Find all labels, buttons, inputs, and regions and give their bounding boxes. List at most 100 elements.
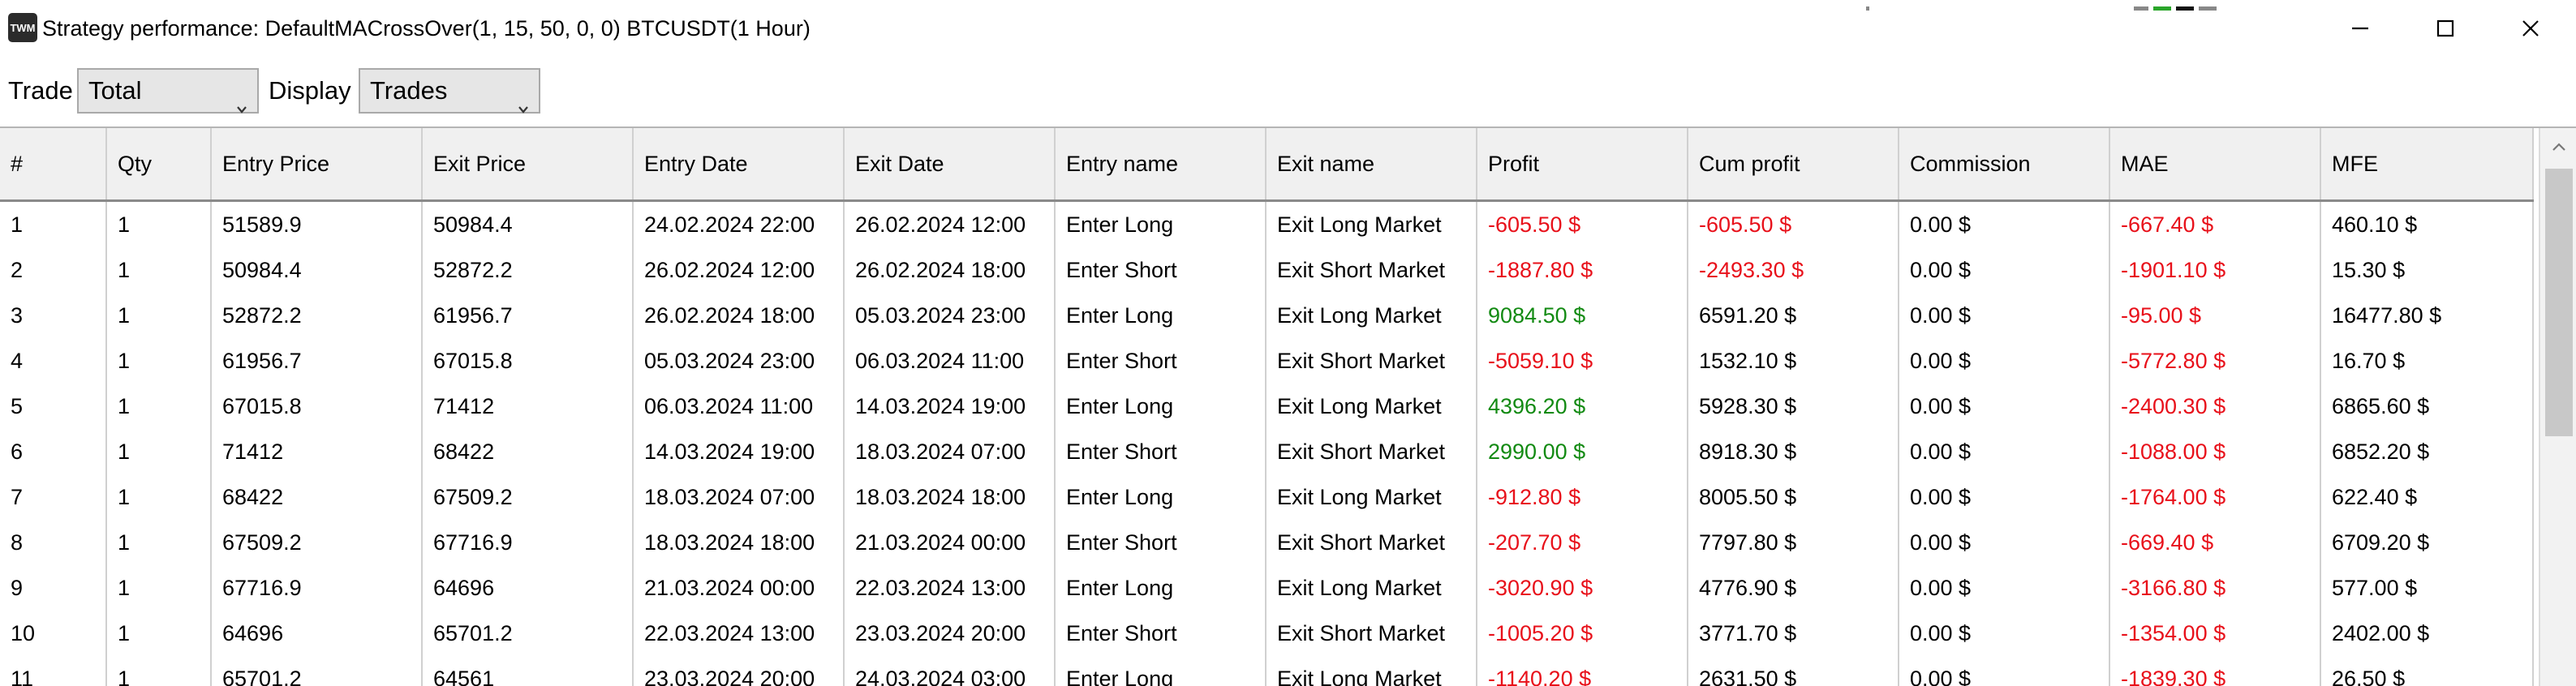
column-header-mae[interactable]: MAE: [2109, 128, 2321, 202]
cell-number: 10: [0, 611, 107, 656]
scrollbar-thumb[interactable]: [2545, 169, 2573, 436]
cell-qty: 1: [106, 338, 212, 384]
cell-profit: -1140.20 $: [1477, 656, 1688, 686]
cell-qty: 1: [106, 384, 212, 429]
cell-qty: 1: [106, 611, 212, 656]
cell-entry-price: 52872.2: [211, 293, 423, 338]
table-row[interactable]: 10 1 64696 65701.2 22.03.2024 13:00 23.03.202…: [0, 611, 2534, 656]
cell-entry-name: Enter Short: [1055, 247, 1266, 293]
cell-cum-profit: -605.50 $: [1688, 200, 1899, 247]
cell-cum-profit: 4776.90 $: [1688, 565, 1899, 611]
table-row[interactable]: 1 1 51589.9 50984.4 24.02.2024 22:00 26.02.20…: [0, 200, 2534, 247]
cell-cum-profit: 8918.30 $: [1688, 429, 1899, 474]
cell-entry-name: Enter Long: [1055, 200, 1266, 247]
cell-mae: -5772.80 $: [2109, 338, 2321, 384]
cell-exit-date: 05.03.2024 23:00: [844, 293, 1056, 338]
cell-exit-date: 18.03.2024 18:00: [844, 474, 1056, 520]
cell-number: 7: [0, 474, 107, 520]
cell-entry-date: 05.03.2024 23:00: [633, 338, 845, 384]
display-select[interactable]: Trades: [359, 68, 540, 114]
cell-exit-price: 65701.2: [422, 611, 634, 656]
cell-entry-date: 23.03.2024 20:00: [633, 656, 845, 686]
column-header-entry-date[interactable]: Entry Date: [633, 128, 845, 202]
cell-exit-name: Exit Long Market: [1266, 200, 1477, 247]
cell-entry-price: 50984.4: [211, 247, 423, 293]
cell-entry-name: Enter Long: [1055, 474, 1266, 520]
cell-exit-price: 52872.2: [422, 247, 634, 293]
cell-entry-date: 22.03.2024 13:00: [633, 611, 845, 656]
cell-entry-name: Enter Long: [1055, 384, 1266, 429]
cell-number: 8: [0, 520, 107, 565]
column-header-exit-date[interactable]: Exit Date: [844, 128, 1056, 202]
cell-entry-date: 18.03.2024 18:00: [633, 520, 845, 565]
column-header-number[interactable]: #: [0, 128, 107, 202]
minimize-icon: [2352, 27, 2368, 30]
cell-exit-name: Exit Long Market: [1266, 565, 1477, 611]
table-row[interactable]: 11 1 65701.2 64561 23.03.2024 20:00 24.03.202…: [0, 656, 2534, 686]
cell-mfe: 6865.60 $: [2320, 384, 2534, 429]
cell-cum-profit: 8005.50 $: [1688, 474, 1899, 520]
table-header-row: # Qty Entry Price Exit Price Entry Date …: [0, 128, 2534, 202]
table-row[interactable]: 6 1 71412 68422 14.03.2024 19:00 18.03.2024 0…: [0, 429, 2534, 474]
cell-exit-price: 64561: [422, 656, 634, 686]
cell-entry-name: Enter Long: [1055, 656, 1266, 686]
column-header-commission[interactable]: Commission: [1899, 128, 2110, 202]
table-row[interactable]: 8 1 67509.2 67716.9 18.03.2024 18:00 21.03.20…: [0, 520, 2534, 565]
table-row[interactable]: 5 1 67015.8 71412 06.03.2024 11:00 14.03.2024…: [0, 384, 2534, 429]
cell-commission: 0.00 $: [1899, 384, 2110, 429]
toolbar: Trade Total Display Trades: [0, 58, 2576, 126]
cell-entry-date: 26.02.2024 12:00: [633, 247, 845, 293]
cell-exit-price: 68422: [422, 429, 634, 474]
trade-select[interactable]: Total: [77, 68, 259, 114]
cell-exit-date: 22.03.2024 13:00: [844, 565, 1056, 611]
cell-exit-date: 18.03.2024 07:00: [844, 429, 1056, 474]
cell-commission: 0.00 $: [1899, 565, 2110, 611]
chevron-down-icon: [236, 86, 247, 114]
cell-number: 6: [0, 429, 107, 474]
chevron-down-icon: [518, 86, 529, 114]
maximize-button[interactable]: [2417, 8, 2474, 49]
cell-cum-profit: 3771.70 $: [1688, 611, 1899, 656]
trade-label: Trade: [8, 76, 73, 105]
cell-profit: -207.70 $: [1477, 520, 1688, 565]
cell-exit-price: 67509.2: [422, 474, 634, 520]
column-header-qty[interactable]: Qty: [106, 128, 212, 202]
column-header-exit-name[interactable]: Exit name: [1266, 128, 1477, 202]
cell-cum-profit: 7797.80 $: [1688, 520, 1899, 565]
close-icon: [2522, 20, 2539, 36]
cell-entry-date: 14.03.2024 19:00: [633, 429, 845, 474]
cell-commission: 0.00 $: [1899, 247, 2110, 293]
cell-mfe: 16.70 $: [2320, 338, 2534, 384]
table-row[interactable]: 4 1 61956.7 67015.8 05.03.2024 23:00 06.03.20…: [0, 338, 2534, 384]
cell-mae: -1088.00 $: [2109, 429, 2321, 474]
cell-number: 4: [0, 338, 107, 384]
cell-entry-price: 71412: [211, 429, 423, 474]
cell-exit-name: Exit Long Market: [1266, 293, 1477, 338]
cell-exit-price: 61956.7: [422, 293, 634, 338]
column-header-cum-profit[interactable]: Cum profit: [1688, 128, 1899, 202]
cell-mae: -1839.30 $: [2109, 656, 2321, 686]
table-row[interactable]: 7 1 68422 67509.2 18.03.2024 07:00 18.03.2024…: [0, 474, 2534, 520]
column-header-entry-name[interactable]: Entry name: [1055, 128, 1266, 202]
close-button[interactable]: [2502, 8, 2559, 49]
trades-grid: # Qty Entry Price Exit Price Entry Date …: [0, 126, 2576, 686]
column-header-entry-price[interactable]: Entry Price: [211, 128, 423, 202]
cell-mae: -1354.00 $: [2109, 611, 2321, 656]
cell-number: 2: [0, 247, 107, 293]
maximize-icon: [2436, 19, 2454, 37]
window-title: Strategy performance: DefaultMACrossOver…: [42, 16, 811, 41]
minimize-button[interactable]: [2332, 8, 2389, 49]
table-row[interactable]: 9 1 67716.9 64696 21.03.2024 00:00 22.03.2024…: [0, 565, 2534, 611]
cell-number: 3: [0, 293, 107, 338]
cell-mae: -667.40 $: [2109, 200, 2321, 247]
scroll-up-arrow-icon[interactable]: [2540, 128, 2576, 165]
cell-mfe: 6709.20 $: [2320, 520, 2534, 565]
column-header-profit[interactable]: Profit: [1477, 128, 1688, 202]
column-header-mfe[interactable]: MFE: [2320, 128, 2534, 202]
vertical-scrollbar[interactable]: [2539, 128, 2576, 686]
cell-mfe: 16477.80 $: [2320, 293, 2534, 338]
cell-qty: 1: [106, 247, 212, 293]
column-header-exit-price[interactable]: Exit Price: [422, 128, 634, 202]
table-row[interactable]: 3 1 52872.2 61956.7 26.02.2024 18:00 05.03.20…: [0, 293, 2534, 338]
table-row[interactable]: 2 1 50984.4 52872.2 26.02.2024 12:00 26.02.20…: [0, 247, 2534, 293]
